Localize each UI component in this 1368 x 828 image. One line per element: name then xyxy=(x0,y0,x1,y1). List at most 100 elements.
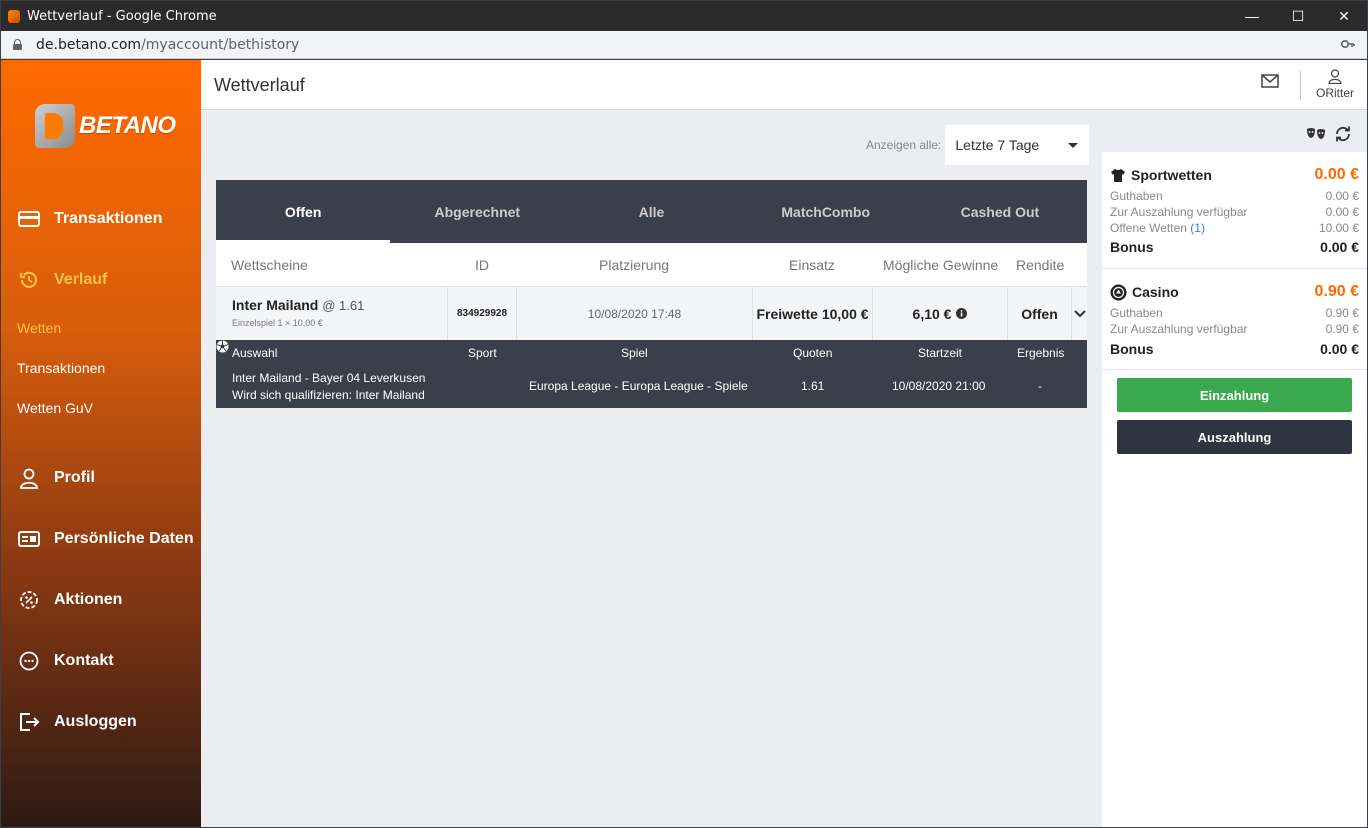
window-title: Wettverlauf - Google Chrome xyxy=(27,8,217,24)
sidebar-subitem-wetten-guv[interactable]: Wetten GuV xyxy=(17,400,93,416)
filter-label: Anzeigen alle: xyxy=(866,138,942,152)
key-icon[interactable] xyxy=(1341,39,1355,49)
betano-favicon-icon xyxy=(8,9,20,23)
casino-withdrawable-row: Zur Auszahlung verfügbar 0.90 € xyxy=(1110,322,1359,336)
window-titlebar: Wettverlauf - Google Chrome — ☐ ✕ xyxy=(1,1,1367,31)
percent-gear-icon xyxy=(20,591,38,609)
column-header-wettscheine: Wettscheine xyxy=(231,257,308,273)
bet-potential-win: 6,10 € xyxy=(872,287,1007,340)
time-filter: Anzeigen alle: Letzte 7 Tage xyxy=(866,125,1090,165)
detail-header-ergebnis: Ergebnis xyxy=(1017,346,1065,360)
address-bar[interactable]: de.betano.com/myaccount/bethistory xyxy=(1,31,1367,59)
tab-offen[interactable]: Offen xyxy=(216,180,391,243)
logout-icon xyxy=(20,713,40,731)
history-icon xyxy=(19,271,38,288)
bet-title: Inter Mailand @ 1.61 xyxy=(232,297,365,313)
user-menu[interactable]: ORitter xyxy=(1313,69,1357,100)
sidebar-item-ausloggen[interactable]: Ausloggen xyxy=(18,711,137,733)
sidebar: BETANO Transaktionen Verlauf Wetten Tran… xyxy=(1,60,201,827)
sidebar-item-transaktionen[interactable]: Transaktionen xyxy=(18,208,162,230)
bet-status: Offen xyxy=(1007,287,1071,340)
detail-header-spiel: Spiel xyxy=(621,346,648,360)
user-icon xyxy=(20,468,38,489)
sportwetten-amount: 0.00 € xyxy=(1314,166,1359,183)
info-icon[interactable] xyxy=(956,308,968,319)
card-icon xyxy=(18,211,40,227)
mail-icon[interactable] xyxy=(1261,74,1279,88)
casino-balance-row: Guthaben 0.90 € xyxy=(1110,306,1359,320)
close-button[interactable]: ✕ xyxy=(1321,1,1367,31)
sidebar-item-verlauf[interactable]: Verlauf xyxy=(18,269,107,291)
column-header-platzierung: Platzierung xyxy=(599,257,670,273)
detail-odds: 1.61 xyxy=(801,379,825,393)
detail-header-sport: Sport xyxy=(468,346,497,360)
tab-matchcombo[interactable]: MatchCombo xyxy=(739,180,913,243)
tab-cashed-out[interactable]: Cashed Out xyxy=(913,180,1087,243)
chevron-down-icon xyxy=(1068,143,1079,148)
bet-placed-time: 10/08/2020 17:48 xyxy=(516,287,752,340)
page-title: Wettverlauf xyxy=(214,75,305,95)
chevron-down-icon xyxy=(1073,309,1086,317)
bet-tabs: Offen Abgerechnet Alle MatchCombo Cashed… xyxy=(216,180,1087,243)
detail-pick: Wird sich qualifizieren: Inter Mailand xyxy=(232,388,425,402)
detail-header-auswahl: Auswahl xyxy=(232,346,278,360)
sidebar-item-profil[interactable]: Profil xyxy=(18,467,95,489)
column-header-gewinne: Mögliche Gewinne xyxy=(883,257,999,273)
detail-game: Europa League - Europa League - Spiele xyxy=(529,379,748,393)
minimize-button[interactable]: — xyxy=(1229,1,1275,31)
tab-abgerechnet[interactable]: Abgerechnet xyxy=(390,180,564,243)
main-content: Anzeigen alle: Letzte 7 Tage Offen Abger… xyxy=(201,60,1102,827)
withdraw-button[interactable]: Auszahlung xyxy=(1117,420,1352,454)
page-header: Wettverlauf ORitter xyxy=(201,60,1367,110)
sport-open-bets-row[interactable]: Offene Wetten (1) 10.00 € xyxy=(1110,221,1359,237)
id-card-icon xyxy=(18,531,40,547)
jersey-icon xyxy=(1111,168,1125,182)
expand-button[interactable] xyxy=(1071,287,1087,340)
betano-logo[interactable]: BETANO xyxy=(35,104,176,148)
casino-amount: 0.90 € xyxy=(1314,283,1359,300)
bet-stake: Freiwette 10,00 € xyxy=(752,287,872,340)
bet-subtitle: Einzelspiel 1 × 10,00 € xyxy=(232,318,323,328)
betano-logo-mark xyxy=(35,104,75,148)
username: ORitter xyxy=(1315,86,1354,100)
filter-select[interactable]: Letzte 7 Tage xyxy=(945,125,1090,165)
theater-masks-icon[interactable] xyxy=(1306,127,1326,141)
deposit-button[interactable]: Einzahlung xyxy=(1117,378,1352,412)
sport-balance-row: Guthaben 0.00 € xyxy=(1110,189,1359,203)
sidebar-item-kontakt[interactable]: Kontakt xyxy=(18,650,114,672)
detail-header-startzeit: Startzeit xyxy=(918,346,963,360)
sportwetten-title: Sportwetten xyxy=(1131,167,1212,183)
casino-chip-icon xyxy=(1110,284,1127,300)
header-divider xyxy=(1300,70,1301,100)
bet-detail: Auswahl Sport Spiel Quoten Startzeit Erg… xyxy=(216,340,1087,408)
sidebar-item-aktionen[interactable]: Aktionen xyxy=(18,589,122,611)
sidebar-subitem-wetten[interactable]: Wetten xyxy=(17,320,61,336)
sidebar-subitem-transaktionen[interactable]: Transaktionen xyxy=(17,360,105,376)
casino-title: Casino xyxy=(1132,284,1179,300)
column-header-id: ID xyxy=(475,257,489,273)
bet-id: 834929928 xyxy=(447,287,516,340)
casino-section: Casino 0.90 € Guthaben 0.90 € Zur Auszahl… xyxy=(1102,269,1367,370)
tab-alle[interactable]: Alle xyxy=(564,180,738,243)
bet-row[interactable]: Inter Mailand @ 1.61 Einzelspiel 1 × 10,… xyxy=(216,287,1087,340)
maximize-button[interactable]: ☐ xyxy=(1275,1,1321,31)
chat-icon xyxy=(19,651,39,671)
detail-start-time: 10/08/2020 21:00 xyxy=(892,379,986,393)
sport-bonus-row: Bonus 0.00 € xyxy=(1110,239,1359,255)
sport-withdrawable-row: Zur Auszahlung verfügbar 0.00 € xyxy=(1110,205,1359,219)
sportwetten-section: Sportwetten 0.00 € Guthaben 0.00 € Zur Au… xyxy=(1102,152,1367,269)
column-header-rendite: Rendite xyxy=(1016,257,1065,273)
casino-bonus-row: Bonus 0.00 € xyxy=(1110,341,1359,357)
football-icon xyxy=(216,340,229,353)
detail-result: - xyxy=(1038,379,1042,393)
column-header-einsatz: Einsatz xyxy=(789,257,835,273)
url-text[interactable]: de.betano.com/myaccount/bethistory xyxy=(36,37,299,53)
detail-header-quoten: Quoten xyxy=(793,346,833,360)
detail-match: Inter Mailand - Bayer 04 Leverkusen xyxy=(232,371,426,385)
lock-icon xyxy=(13,39,22,50)
wallet-panel: Sportwetten 0.00 € Guthaben 0.00 € Zur Au… xyxy=(1102,110,1367,827)
sidebar-item-persoenliche-daten[interactable]: Persönliche Daten xyxy=(18,528,194,550)
wallet-panel-toolbar xyxy=(1102,110,1367,152)
refresh-icon[interactable] xyxy=(1334,126,1352,142)
table-header: Wettscheine ID Platzierung Einsatz Mögli… xyxy=(216,243,1087,287)
